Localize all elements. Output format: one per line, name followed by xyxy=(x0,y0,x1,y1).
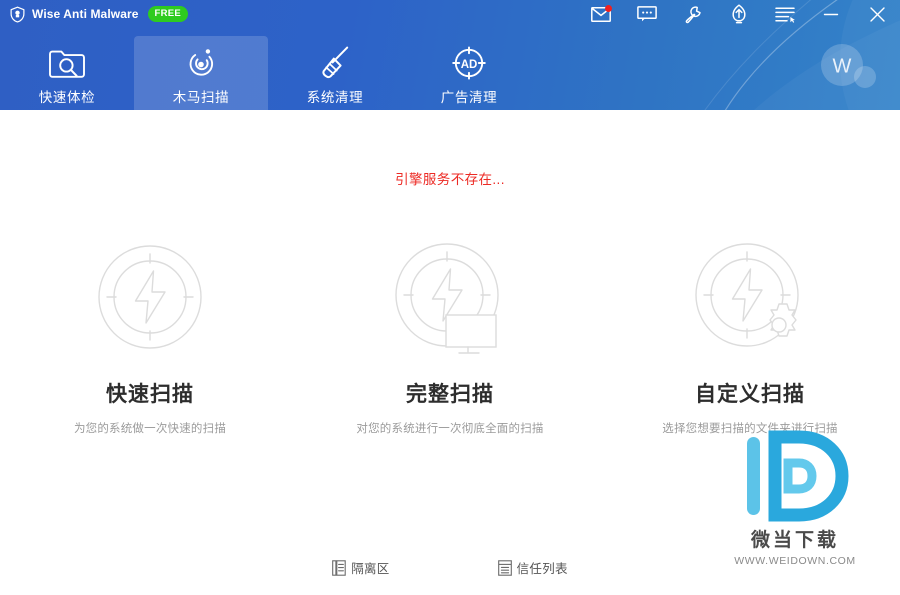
nav-tab-label: 系统清理 xyxy=(306,90,364,105)
quick-scan-icon xyxy=(85,238,215,356)
list-menu-glyph xyxy=(775,6,795,23)
scan-options-row: 快速扫描 为您的系统做一次快速的扫描 完整扫描 对您的系统进行一次彻底全面的扫描… xyxy=(0,238,900,436)
minimize-glyph xyxy=(823,13,839,16)
chat-bubble-glyph xyxy=(637,6,657,22)
scan-option-quick[interactable]: 快速扫描 为您的系统做一次快速的扫描 xyxy=(0,238,300,436)
main-content: 引擎服务不存在... 快速扫描 为您的系统做一次快速的扫描 完整扫描 对您的系统… xyxy=(0,110,900,595)
footer-link-label: 隔离区 xyxy=(351,562,390,576)
scan-option-title: 快速扫描 xyxy=(106,383,194,406)
avatar[interactable]: W xyxy=(820,44,876,94)
trust-list-icon xyxy=(497,559,512,576)
custom-scan-icon xyxy=(685,238,815,356)
scan-option-description: 为您的系统做一次快速的扫描 xyxy=(73,423,227,435)
engine-status-message: 引擎服务不存在... xyxy=(395,172,505,187)
menu-icon[interactable] xyxy=(762,0,808,28)
upgrade-icon[interactable] xyxy=(716,0,762,28)
scan-option-title: 自定义扫描 xyxy=(695,383,805,406)
quarantine-icon xyxy=(332,559,346,576)
close-glyph xyxy=(869,6,885,22)
avatar-initial: W xyxy=(833,56,852,78)
scan-option-full[interactable]: 完整扫描 对您的系统进行一次彻底全面的扫描 xyxy=(300,238,600,436)
scan-option-title: 完整扫描 xyxy=(406,383,494,406)
titlebar-actions xyxy=(578,0,900,28)
scan-option-custom[interactable]: 自定义扫描 选择您想要扫描的文件夹进行扫描 xyxy=(600,238,900,436)
nav-tab-ad-clean[interactable]: AD 广告清理 xyxy=(402,36,536,110)
folder-search-icon xyxy=(48,45,86,81)
feedback-icon[interactable] xyxy=(624,0,670,28)
nav-tab-trojan-scan[interactable]: 木马扫描 xyxy=(134,36,268,110)
nav-tab-label: 快速体检 xyxy=(38,90,96,105)
shield-icon xyxy=(10,6,25,23)
app-header: Wise Anti Malware FREE 快速体检 木马扫描 系统清理 AD… xyxy=(0,0,900,110)
svg-text:AD: AD xyxy=(461,59,478,71)
messages-icon[interactable] xyxy=(578,0,624,28)
minimize-button[interactable] xyxy=(808,0,854,28)
footer-links: 隔离区 信任列表 xyxy=(0,558,900,577)
broom-icon xyxy=(316,45,354,81)
title-bar: Wise Anti Malware FREE xyxy=(0,0,900,28)
quarantine-link[interactable]: 隔离区 xyxy=(332,558,389,577)
scan-option-description: 对您的系统进行一次彻底全面的扫描 xyxy=(356,423,544,435)
radar-scan-icon xyxy=(182,45,220,81)
close-button[interactable] xyxy=(854,0,900,28)
footer-link-label: 信任列表 xyxy=(516,562,568,576)
tools-icon[interactable] xyxy=(670,0,716,28)
ad-target-icon: AD xyxy=(450,45,488,81)
user-avatar-icon: W xyxy=(821,44,876,88)
nav-tab-system-clean[interactable]: 系统清理 xyxy=(268,36,402,110)
full-scan-icon xyxy=(385,238,515,356)
scan-option-description: 选择您想要扫描的文件夹进行扫描 xyxy=(662,423,838,435)
app-title: Wise Anti Malware xyxy=(32,7,139,21)
free-badge: FREE xyxy=(147,5,189,23)
up-arrow-glyph xyxy=(732,4,746,24)
nav-tab-label: 木马扫描 xyxy=(172,90,230,105)
trust-list-link[interactable]: 信任列表 xyxy=(497,558,568,577)
brand: Wise Anti Malware FREE xyxy=(9,0,189,28)
main-nav: 快速体检 木马扫描 系统清理 AD 广告清理 xyxy=(0,36,536,110)
nav-tab-label: 广告清理 xyxy=(440,90,498,105)
notification-dot xyxy=(605,5,612,12)
wrench-glyph xyxy=(685,5,701,23)
nav-tab-quick-checkup[interactable]: 快速体检 xyxy=(0,36,134,110)
wise-anti-malware-window: Wise Anti Malware FREE 快速体检 木马扫描 系统清理 AD… xyxy=(0,0,900,595)
